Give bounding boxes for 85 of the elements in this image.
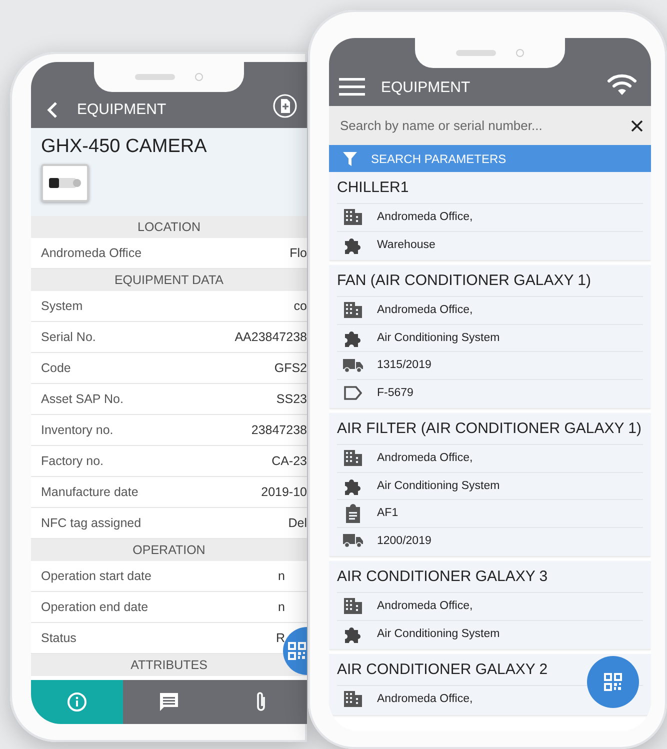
back-icon[interactable] bbox=[45, 102, 59, 118]
field-label: Andromeda Office bbox=[41, 246, 142, 260]
field-value: CA-23 bbox=[272, 454, 307, 468]
field-value: Del bbox=[288, 516, 307, 530]
field-label: NFC tag assigned bbox=[41, 516, 142, 530]
field-label: Factory no. bbox=[41, 454, 104, 468]
puzzle-icon bbox=[344, 328, 362, 347]
tab[interactable] bbox=[123, 680, 215, 724]
puzzle-icon bbox=[344, 476, 362, 495]
field-value: n bbox=[278, 569, 285, 583]
field-value: R bbox=[276, 631, 285, 645]
detail-text: AF1 bbox=[377, 507, 398, 520]
field-value: 2019-10 bbox=[261, 485, 307, 499]
building-icon bbox=[344, 598, 362, 614]
field-label: Asset SAP No. bbox=[41, 392, 124, 406]
screen-title: EQUIPMENT bbox=[381, 79, 472, 96]
truck-icon bbox=[343, 358, 363, 373]
field-label: Code bbox=[41, 361, 71, 375]
speaker-grille bbox=[135, 74, 175, 80]
detail-text: F-5679 bbox=[377, 386, 414, 399]
close-icon[interactable] bbox=[631, 120, 643, 132]
paperclip-icon bbox=[255, 691, 267, 713]
menu-icon[interactable] bbox=[339, 78, 365, 96]
field-value: 23847238 bbox=[251, 423, 307, 437]
puzzle-icon bbox=[344, 624, 362, 643]
field-label: Operation end date bbox=[41, 600, 148, 614]
detail-text: 1315/2019 bbox=[377, 359, 432, 372]
detail-text: Warehouse bbox=[377, 238, 436, 251]
detail-text: Air Conditioning System bbox=[377, 628, 500, 640]
camera-lens bbox=[516, 49, 524, 57]
wifi-icon bbox=[607, 74, 637, 96]
equipment-name: GHX-450 CAMERA bbox=[41, 136, 208, 158]
chat-icon bbox=[159, 692, 179, 712]
camera-thumbnail[interactable] bbox=[41, 164, 89, 202]
section-header: ATTRIBUTES bbox=[31, 654, 307, 676]
detail-text: Air Conditioning System bbox=[377, 332, 500, 344]
section-header: OPERATION bbox=[31, 539, 307, 561]
detail-text: Air Conditioning System bbox=[377, 480, 500, 492]
tab[interactable] bbox=[215, 680, 307, 724]
info-icon bbox=[67, 692, 87, 712]
truck-icon bbox=[343, 533, 363, 548]
equipment-card[interactable]: AIR CONDITIONER GALAXY 3 Andromeda Office, Air Conditioning System bbox=[329, 561, 651, 649]
scan-qr-button[interactable] bbox=[283, 627, 307, 675]
detail-text: 1200/2019 bbox=[377, 534, 432, 547]
field-value: n bbox=[278, 600, 285, 614]
equipment-title: FAN (AIR CONDITIONER GALAXY 1) bbox=[337, 265, 643, 297]
field-label: Serial No. bbox=[41, 330, 96, 344]
field-label: System bbox=[41, 299, 83, 313]
equipment-card[interactable]: FAN (AIR CONDITIONER GALAXY 1) Andromeda Office, Air Conditioning System 1315/2019 F-5679 bbox=[329, 265, 651, 408]
equipment-title: AIR CONDITIONER GALAXY 3 bbox=[337, 561, 643, 593]
field-value: Flo bbox=[290, 246, 307, 260]
add-document-icon[interactable] bbox=[273, 94, 297, 118]
clipboard-icon bbox=[345, 504, 361, 523]
building-icon bbox=[344, 691, 362, 708]
equipment-title: CHILLER1 bbox=[337, 172, 643, 204]
filter-icon bbox=[343, 152, 357, 166]
detail-text: Andromeda Office, bbox=[377, 452, 473, 464]
building-icon bbox=[344, 450, 362, 466]
detail-text: Andromeda Office, bbox=[377, 693, 473, 706]
field-label: Operation start date bbox=[41, 569, 152, 583]
speaker-grille bbox=[456, 50, 496, 56]
detail-text: Andromeda Office, bbox=[377, 600, 473, 612]
building-icon bbox=[344, 209, 362, 226]
qr-code-icon bbox=[288, 642, 306, 660]
puzzle-icon bbox=[344, 236, 362, 254]
equipment-title: AIR FILTER (AIR CONDITIONER GALAXY 1) bbox=[337, 413, 643, 445]
field-label: Manufacture date bbox=[41, 485, 138, 499]
qr-code-icon bbox=[604, 673, 622, 691]
tab[interactable] bbox=[31, 680, 123, 724]
field-value: AA23847238 bbox=[234, 330, 307, 344]
tag-icon bbox=[344, 386, 362, 400]
detail-text: Andromeda Office, bbox=[377, 304, 473, 316]
camera-lens bbox=[195, 73, 203, 81]
detail-text: Andromeda Office, bbox=[377, 211, 473, 224]
equipment-card[interactable]: AIR FILTER (AIR CONDITIONER GALAXY 1) Andromeda Office, Air Conditioning System AF1 1200/2019 bbox=[329, 413, 651, 556]
field-value: co bbox=[294, 299, 307, 313]
section-header: LOCATION bbox=[31, 216, 307, 238]
screen-title: EQUIPMENT bbox=[77, 101, 168, 118]
equipment-card[interactable]: CHILLER1 Andromeda Office, Warehouse bbox=[329, 172, 651, 260]
field-label: Status bbox=[41, 631, 76, 645]
field-label: Inventory no. bbox=[41, 423, 114, 437]
field-value: GFS2 bbox=[274, 361, 307, 375]
field-value: SS23 bbox=[276, 392, 307, 406]
section-header: EQUIPMENT DATA bbox=[31, 269, 307, 291]
building-icon bbox=[344, 302, 362, 318]
